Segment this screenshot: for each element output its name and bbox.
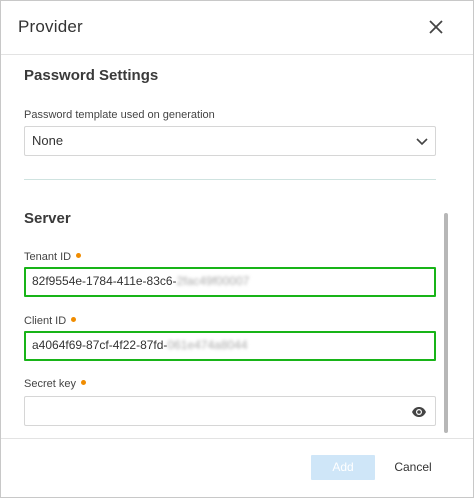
provider-dialog: Provider Password Settings Password temp… [0,0,474,498]
client-id-label: Client ID [24,315,77,327]
tenant-id-value: 82f9554e-1784-411e-83c6-2fac49f00007 [32,274,249,288]
add-button[interactable]: Add [311,455,375,480]
password-template-value: None [32,133,64,148]
client-id-value: a4064f69-87cf-4f22-87fd-061e474a8044 [32,338,248,352]
password-template-label: Password template used on generation [24,109,215,121]
cancel-button[interactable]: Cancel [384,455,442,480]
tenant-id-label: Tenant ID [24,251,82,263]
dialog-body: Password Settings Password template used… [1,55,473,438]
dialog-footer: Add Cancel [1,438,473,498]
dialog-title: Provider [18,17,83,36]
tenant-id-visible: 82f9554e-1784-411e-83c6- [32,274,177,288]
secret-key-label: Secret key [24,378,86,390]
scrollbar-thumb[interactable] [444,213,448,433]
chevron-down-icon [415,135,429,147]
tenant-id-obscured: 2fac49f00007 [176,274,250,288]
required-indicator [71,317,77,322]
client-id-visible: a4064f69-87cf-4f22-87fd- [32,338,168,352]
tenant-id-field[interactable]: 82f9554e-1784-411e-83c6-2fac49f00007 [24,267,436,297]
client-id-field[interactable]: a4064f69-87cf-4f22-87fd-061e474a8044 [24,331,436,361]
password-template-select[interactable]: None [24,126,436,156]
password-settings-heading: Password Settings [24,67,159,84]
required-indicator [76,253,82,258]
close-icon[interactable] [425,16,447,38]
secret-key-field[interactable] [24,396,436,426]
section-divider [24,179,436,180]
required-indicator [80,380,86,385]
secret-key-label-text: Secret key [24,378,76,390]
client-id-obscured: 061e474a8044 [167,338,248,352]
server-heading: Server [24,210,71,227]
tenant-id-label-text: Tenant ID [24,251,72,263]
eye-icon[interactable] [411,405,427,417]
client-id-label-text: Client ID [24,315,67,327]
dialog-header: Provider [1,1,473,55]
